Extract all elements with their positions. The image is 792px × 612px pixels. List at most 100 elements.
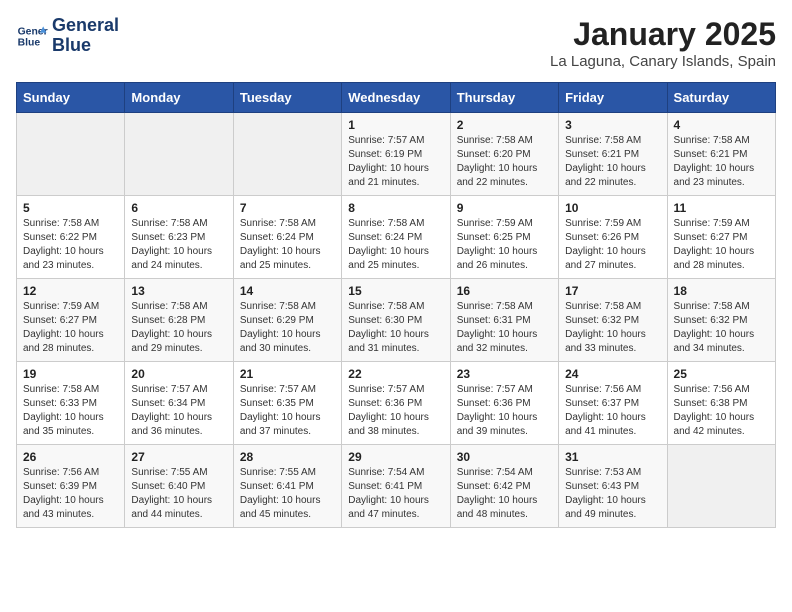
calendar-cell: 31 Sunrise: 7:53 AM Sunset: 6:43 PM Dayli… [559,445,667,528]
logo: General Blue General Blue [16,16,119,56]
day-info: Sunrise: 7:58 AM Sunset: 6:21 PM Dayligh… [565,134,660,190]
day-info: Sunrise: 7:57 AM Sunset: 6:35 PM Dayligh… [240,383,335,439]
calendar-cell: 30Sunrise: 7:54 AM Sunset: 6:42 PM Dayli… [450,445,558,528]
calendar-cell: 22Sunrise: 7:57 AM Sunset: 6:36 PM Dayli… [342,362,450,445]
day-info: Sunrise: 7:57 AM Sunset: 6:19 PM Dayligh… [348,134,443,190]
day-info: Sunrise: 7:56 AM Sunset: 6:39 PM Dayligh… [23,466,118,522]
calendar-cell: 12 Sunrise: 7:59 AM Sunset: 6:27 PM Dayli… [17,279,125,362]
day-number: 17 [565,284,660,298]
day-number: 5 [23,201,118,215]
calendar-cell: 5 Sunrise: 7:58 AM Sunset: 6:22 PM Daylig… [17,196,125,279]
day-number: 27 [131,450,226,464]
calendar-cell [667,445,775,528]
day-number: 31 [565,450,660,464]
calendar-cell: 4 Sunrise: 7:58 AM Sunset: 6:21 PM Daylig… [667,113,775,196]
calendar-cell: 8 Sunrise: 7:58 AM Sunset: 6:24 PM Daylig… [342,196,450,279]
day-number: 10 [565,201,660,215]
calendar-cell: 26 Sunrise: 7:56 AM Sunset: 6:39 PM Dayli… [17,445,125,528]
calendar-cell: 18 Sunrise: 7:58 AM Sunset: 6:32 PM Dayli… [667,279,775,362]
day-number: 16 [457,284,552,298]
weekday-header-monday: Monday [125,83,233,113]
logo-text: General Blue [52,16,119,56]
day-number: 29 [348,450,443,464]
calendar-week-2: 5 Sunrise: 7:58 AM Sunset: 6:22 PM Daylig… [17,196,776,279]
day-number: 20 [131,367,226,381]
day-number: 25 [674,367,769,381]
day-info: Sunrise: 7:58 AM Sunset: 6:32 PM Dayligh… [674,300,769,356]
weekday-header-thursday: Thursday [450,83,558,113]
calendar-cell: 14 Sunrise: 7:58 AM Sunset: 6:29 PM Dayli… [233,279,341,362]
calendar-cell: 29 Sunrise: 7:54 AM Sunset: 6:41 PM Dayli… [342,445,450,528]
weekday-header-wednesday: Wednesday [342,83,450,113]
day-info: Sunrise: 7:58 AM Sunset: 6:32 PM Dayligh… [565,300,660,356]
day-number: 14 [240,284,335,298]
calendar-cell: 17 Sunrise: 7:58 AM Sunset: 6:32 PM Dayli… [559,279,667,362]
calendar-cell [233,113,341,196]
day-info: Sunrise: 7:58 AM Sunset: 6:31 PM Dayligh… [457,300,552,356]
day-info: Sunrise: 7:58 AM Sunset: 6:24 PM Dayligh… [240,217,335,273]
logo-icon: General Blue [16,20,48,52]
calendar-week-3: 12 Sunrise: 7:59 AM Sunset: 6:27 PM Dayli… [17,279,776,362]
day-number: 3 [565,118,660,132]
day-info: Sunrise: 7:56 AM Sunset: 6:38 PM Dayligh… [674,383,769,439]
page-header: General Blue General Blue January 2025 L… [16,16,776,70]
calendar-cell: 6Sunrise: 7:58 AM Sunset: 6:23 PM Daylig… [125,196,233,279]
day-number: 28 [240,450,335,464]
day-number: 2 [457,118,552,132]
calendar-cell: 7 Sunrise: 7:58 AM Sunset: 6:24 PM Daylig… [233,196,341,279]
day-info: Sunrise: 7:58 AM Sunset: 6:33 PM Dayligh… [23,383,118,439]
day-info: Sunrise: 7:58 AM Sunset: 6:29 PM Dayligh… [240,300,335,356]
calendar-cell [17,113,125,196]
day-info: Sunrise: 7:54 AM Sunset: 6:41 PM Dayligh… [348,466,443,522]
day-number: 23 [457,367,552,381]
calendar-week-1: 1 Sunrise: 7:57 AM Sunset: 6:19 PM Daylig… [17,113,776,196]
day-number: 21 [240,367,335,381]
day-info: Sunrise: 7:53 AM Sunset: 6:43 PM Dayligh… [565,466,660,522]
day-number: 7 [240,201,335,215]
calendar-week-4: 19 Sunrise: 7:58 AM Sunset: 6:33 PM Dayli… [17,362,776,445]
day-info: Sunrise: 7:58 AM Sunset: 6:30 PM Dayligh… [348,300,443,356]
day-number: 13 [131,284,226,298]
day-info: Sunrise: 7:58 AM Sunset: 6:24 PM Dayligh… [348,217,443,273]
title-block: January 2025 La Laguna, Canary Islands, … [550,16,776,70]
day-number: 9 [457,201,552,215]
calendar-cell: 19 Sunrise: 7:58 AM Sunset: 6:33 PM Dayli… [17,362,125,445]
calendar-subtitle: La Laguna, Canary Islands, Spain [550,53,776,70]
day-number: 11 [674,201,769,215]
calendar-cell [125,113,233,196]
calendar-cell: 27Sunrise: 7:55 AM Sunset: 6:40 PM Dayli… [125,445,233,528]
day-info: Sunrise: 7:56 AM Sunset: 6:37 PM Dayligh… [565,383,660,439]
day-number: 12 [23,284,118,298]
day-info: Sunrise: 7:57 AM Sunset: 6:36 PM Dayligh… [457,383,552,439]
day-info: Sunrise: 7:58 AM Sunset: 6:23 PM Dayligh… [131,217,226,273]
day-number: 24 [565,367,660,381]
calendar-cell: 9 Sunrise: 7:59 AM Sunset: 6:25 PM Daylig… [450,196,558,279]
calendar-cell: 2 Sunrise: 7:58 AM Sunset: 6:20 PM Daylig… [450,113,558,196]
calendar-cell: 25 Sunrise: 7:56 AM Sunset: 6:38 PM Dayli… [667,362,775,445]
calendar-cell: 13Sunrise: 7:58 AM Sunset: 6:28 PM Dayli… [125,279,233,362]
day-number: 19 [23,367,118,381]
calendar-cell: 10 Sunrise: 7:59 AM Sunset: 6:26 PM Dayli… [559,196,667,279]
day-info: Sunrise: 7:59 AM Sunset: 6:27 PM Dayligh… [23,300,118,356]
weekday-header-friday: Friday [559,83,667,113]
day-number: 26 [23,450,118,464]
day-info: Sunrise: 7:55 AM Sunset: 6:41 PM Dayligh… [240,466,335,522]
day-info: Sunrise: 7:58 AM Sunset: 6:20 PM Dayligh… [457,134,552,190]
day-info: Sunrise: 7:58 AM Sunset: 6:22 PM Dayligh… [23,217,118,273]
day-number: 1 [348,118,443,132]
calendar-cell: 20 Sunrise: 7:57 AM Sunset: 6:34 PM Dayli… [125,362,233,445]
weekday-header-row: SundayMondayTuesdayWednesdayThursdayFrid… [17,83,776,113]
day-number: 8 [348,201,443,215]
day-info: Sunrise: 7:58 AM Sunset: 6:21 PM Dayligh… [674,134,769,190]
day-number: 22 [348,367,443,381]
weekday-header-saturday: Saturday [667,83,775,113]
calendar-cell: 23 Sunrise: 7:57 AM Sunset: 6:36 PM Dayli… [450,362,558,445]
day-number: 4 [674,118,769,132]
calendar-table: SundayMondayTuesdayWednesdayThursdayFrid… [16,82,776,528]
day-info: Sunrise: 7:57 AM Sunset: 6:34 PM Dayligh… [131,383,226,439]
svg-text:Blue: Blue [18,37,41,48]
day-number: 18 [674,284,769,298]
day-info: Sunrise: 7:59 AM Sunset: 6:25 PM Dayligh… [457,217,552,273]
day-number: 30 [457,450,552,464]
day-info: Sunrise: 7:59 AM Sunset: 6:26 PM Dayligh… [565,217,660,273]
